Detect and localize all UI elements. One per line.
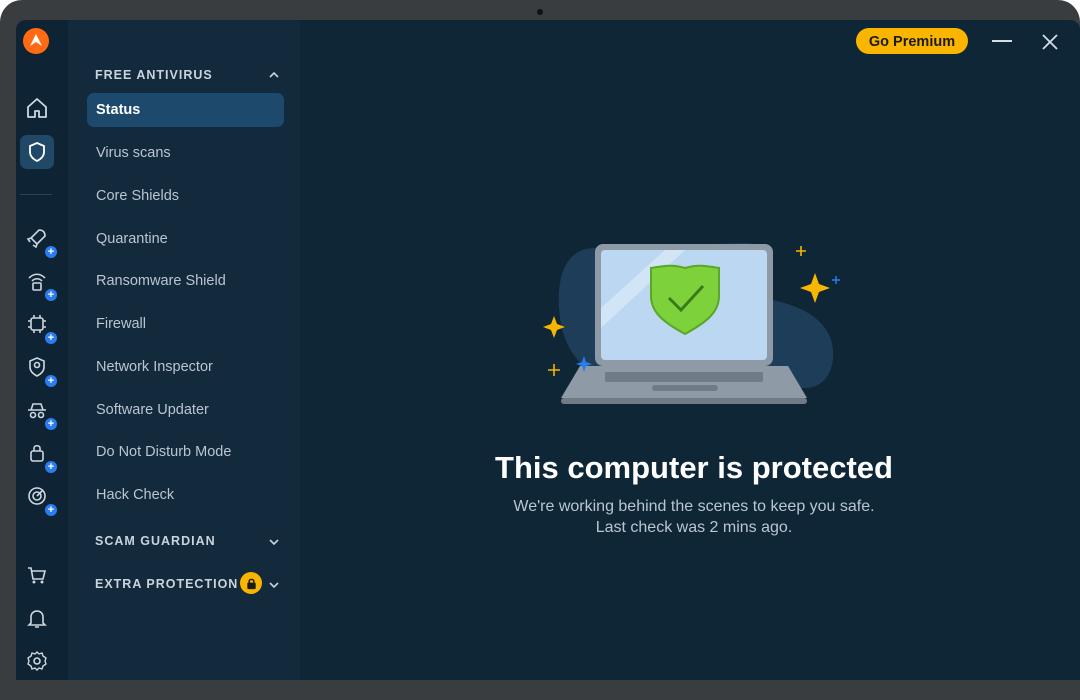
nav-item-ransomware-shield[interactable]: Ransomware Shield: [87, 264, 284, 298]
home-icon[interactable]: [20, 91, 54, 125]
section-extra-protection[interactable]: EXTRA PROTECTION: [95, 577, 238, 591]
chevron-down-icon[interactable]: [269, 580, 279, 590]
add-badge-icon: +: [45, 246, 57, 258]
spy-icon[interactable]: +: [20, 393, 57, 430]
close-icon[interactable]: [1040, 32, 1060, 52]
chip-icon[interactable]: +: [20, 307, 57, 344]
nav-item-virus-scans[interactable]: Virus scans: [87, 136, 284, 170]
nav-item-software-updater[interactable]: Software Updater: [87, 393, 284, 427]
chevron-down-icon[interactable]: [269, 537, 279, 547]
section-free-antivirus[interactable]: FREE ANTIVIRUS: [95, 68, 213, 82]
user-shield-icon[interactable]: +: [20, 350, 57, 387]
shield-icon[interactable]: [20, 135, 54, 169]
status-line-1: We're working behind the scenes to keep …: [513, 498, 875, 515]
camera-dot: [537, 9, 543, 15]
nav-item-core-shields[interactable]: Core Shields: [87, 179, 284, 213]
nav-panel: FREE ANTIVIRUS Status Virus scans Core S…: [68, 20, 300, 680]
icon-rail: + + + + + + +: [16, 20, 69, 680]
rocket-icon[interactable]: +: [20, 221, 57, 258]
nav-item-firewall[interactable]: Firewall: [87, 307, 284, 341]
nav-item-do-not-disturb[interactable]: Do Not Disturb Mode: [87, 435, 284, 469]
cart-icon[interactable]: [20, 558, 54, 592]
lock-user-icon[interactable]: +: [20, 436, 57, 473]
add-badge-icon: +: [45, 375, 57, 387]
main-content: Go Premium This computer is protected We…: [300, 20, 1080, 680]
add-badge-icon: +: [45, 289, 57, 301]
protected-laptop-illustration: [543, 243, 840, 404]
nav-item-network-inspector[interactable]: Network Inspector: [87, 350, 284, 384]
lock-icon: [240, 572, 262, 594]
radar-icon[interactable]: +: [20, 479, 57, 516]
wifi-lock-icon[interactable]: +: [20, 264, 57, 301]
app-window: + + + + + + + FREE ANTIVIRUS Status Viru…: [16, 20, 1080, 680]
section-scam-guardian[interactable]: SCAM GUARDIAN: [95, 534, 216, 548]
go-premium-button[interactable]: Go Premium: [856, 28, 968, 54]
rail-divider: [20, 194, 52, 195]
bell-icon[interactable]: [20, 601, 54, 635]
app-logo-icon: [23, 28, 49, 54]
add-badge-icon: +: [45, 332, 57, 344]
nav-item-status[interactable]: Status: [87, 93, 284, 127]
nav-item-hack-check[interactable]: Hack Check: [87, 478, 284, 512]
minimize-icon[interactable]: [992, 40, 1012, 42]
add-badge-icon: +: [45, 418, 57, 430]
status-line-2: Last check was 2 mins ago.: [595, 519, 793, 536]
status-description: We're working behind the scenes to keep …: [420, 496, 968, 538]
nav-item-quarantine[interactable]: Quarantine: [87, 222, 284, 256]
device-frame: + + + + + + + FREE ANTIVIRUS Status Viru…: [0, 0, 1080, 700]
add-badge-icon: +: [45, 461, 57, 473]
gear-icon[interactable]: [20, 644, 54, 678]
status-headline: This computer is protected: [495, 450, 893, 485]
add-badge-icon: +: [45, 504, 57, 516]
chevron-up-icon[interactable]: [269, 70, 279, 80]
